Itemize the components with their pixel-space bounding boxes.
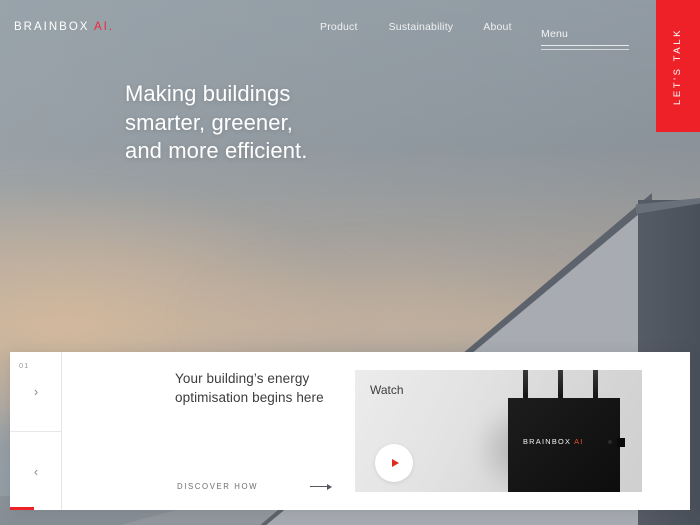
hero-headline: Making buildings smarter, greener, and m… (125, 80, 308, 166)
device-brand-accent: AI (574, 437, 584, 446)
slider-prev-button[interactable]: ‹ (10, 432, 62, 510)
menu-rule-bottom-icon (541, 49, 629, 50)
slide-title: Your building’s energy optimisation begi… (175, 370, 324, 407)
discover-how-link[interactable]: DISCOVER HOW (177, 482, 333, 491)
hero-headline-line-3: and more efficient. (125, 138, 308, 164)
device-antenna-1-icon (523, 370, 528, 399)
slider-rail: 01 › ‹ (10, 352, 62, 510)
device-antenna-2-icon (558, 370, 563, 399)
lets-talk-button[interactable]: LET'S TALK (656, 0, 700, 132)
page-stage: BRAINBOX AI. Product Sustainability Abou… (0, 0, 700, 525)
device-antenna-3-icon (593, 370, 598, 399)
device-port (617, 438, 625, 447)
nav-link-sustainability[interactable]: Sustainability (389, 21, 454, 33)
slide-title-line-1: Your building’s energy (175, 371, 310, 386)
device-indicator-dot (608, 440, 612, 444)
slider-next-button[interactable]: › (10, 352, 62, 432)
play-button[interactable] (375, 444, 413, 482)
device-brand-name: BRAINBOX (523, 437, 572, 446)
bottom-slider-panel: 01 › ‹ Your building’s energy optimisati… (10, 352, 690, 510)
watch-video-card[interactable]: Watch BRAINBOX AI (355, 370, 642, 492)
menu-button[interactable]: Menu (541, 28, 629, 50)
site-logo-accent: AI. (94, 21, 115, 33)
site-logo-name: BRAINBOX (14, 21, 90, 33)
hero-headline-line-2: smarter, greener, (125, 109, 293, 135)
nav-link-product[interactable]: Product (320, 21, 358, 33)
slider-progress-bar (10, 507, 34, 510)
lets-talk-label: LET'S TALK (672, 27, 684, 105)
nav-link-about[interactable]: About (483, 21, 511, 33)
site-logo[interactable]: BRAINBOX AI. (14, 21, 114, 33)
device-brand-label: BRAINBOX AI (523, 437, 584, 446)
arrow-right-icon (310, 483, 333, 490)
slide-content: Your building’s energy optimisation begi… (62, 352, 690, 510)
discover-how-label: DISCOVER HOW (177, 482, 259, 491)
watch-label: Watch (370, 383, 404, 397)
slide-title-line-2: optimisation begins here (175, 389, 324, 405)
hero-headline-line-1: Making buildings (125, 81, 291, 106)
menu-button-label: Menu (541, 28, 569, 40)
play-icon (391, 459, 399, 467)
top-navigation-bar: BRAINBOX AI. Product Sustainability Abou… (0, 0, 700, 56)
menu-rule-top-icon (541, 45, 629, 46)
nav-links: Product Sustainability About (320, 21, 512, 33)
